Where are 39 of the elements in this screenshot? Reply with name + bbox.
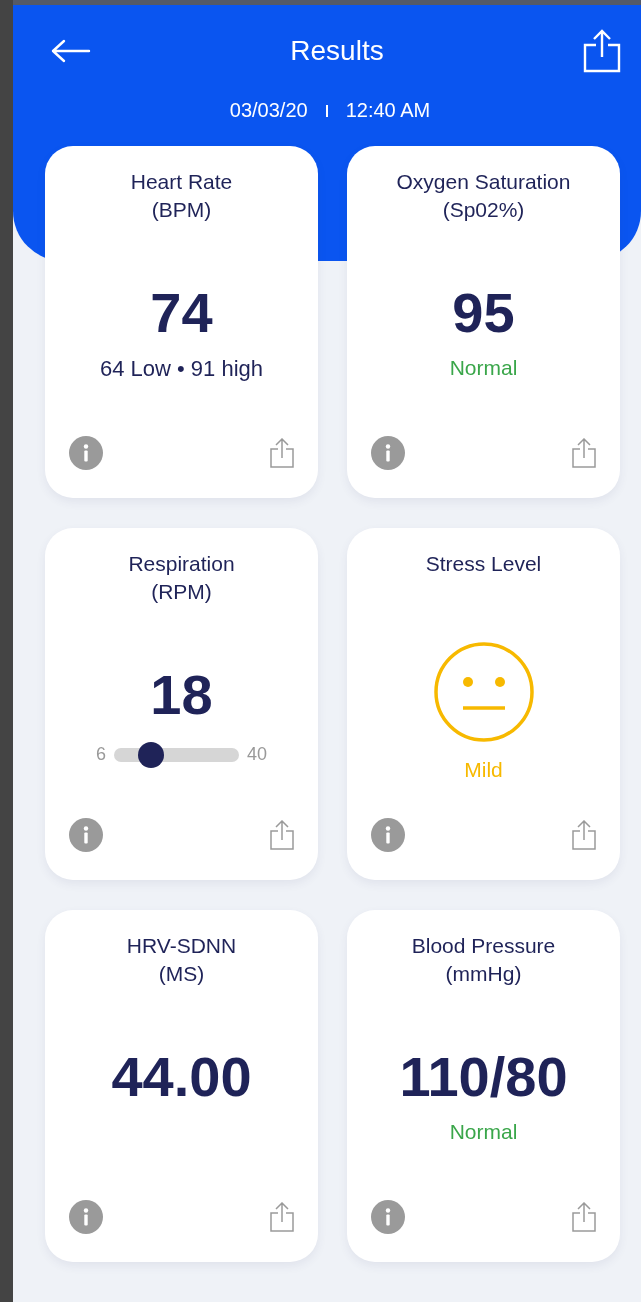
card-title: Blood Pressure [410, 933, 557, 959]
unit-label: (BPM) [150, 197, 213, 223]
share-button[interactable] [572, 1202, 596, 1232]
metric-value: 95 [452, 282, 515, 344]
status-text: Normal [449, 1120, 518, 1144]
card-title: Oxygen Saturation [395, 169, 572, 195]
share-button[interactable] [572, 438, 596, 468]
card-title: HRV-SDNN [125, 933, 238, 959]
info-button[interactable] [371, 436, 405, 470]
info-button[interactable] [69, 818, 103, 852]
status-text: Normal [449, 356, 518, 380]
time-text: 12:40 AM [345, 99, 431, 122]
back-button[interactable] [51, 39, 91, 63]
card-title: Respiration [127, 551, 236, 577]
separator [325, 104, 328, 117]
range-text: 64 Low • 91 high [99, 356, 263, 382]
metric-value: 44.00 [111, 1046, 252, 1108]
min-label: 6 [95, 744, 106, 765]
info-button[interactable] [69, 436, 103, 470]
share-button[interactable] [270, 1202, 294, 1232]
info-button[interactable] [371, 818, 405, 852]
screen-title: Results [290, 35, 384, 67]
info-button[interactable] [69, 1200, 103, 1234]
unit-label: (Sp02%) [441, 197, 526, 223]
share-button[interactable] [572, 820, 596, 850]
unit-label: (MS) [157, 961, 206, 987]
metric-value: 18 [150, 664, 213, 726]
status-text: Mild [464, 758, 503, 782]
share-button[interactable] [270, 820, 294, 850]
share-button[interactable] [270, 438, 294, 468]
unit-label: (RPM) [150, 579, 213, 605]
card-title: Heart Rate [129, 169, 234, 195]
max-label: 40 [247, 744, 267, 765]
date-text: 03/03/20 [229, 99, 308, 122]
card-title: Stress Level [424, 551, 543, 577]
metric-value: 74 [150, 282, 213, 344]
metric-value: 110/80 [399, 1046, 568, 1108]
info-button[interactable] [371, 1200, 405, 1234]
unit-label: (mmHg) [444, 961, 523, 987]
